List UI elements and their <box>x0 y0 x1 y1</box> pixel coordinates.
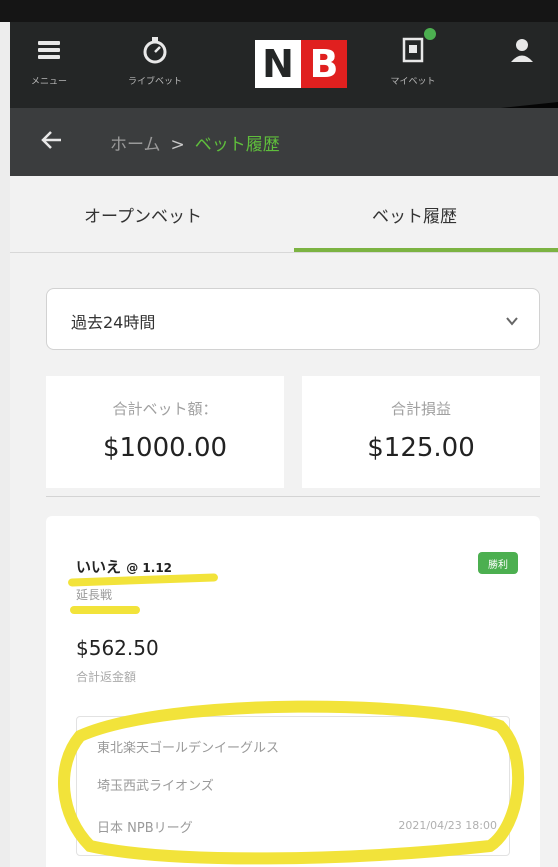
breadcrumb-home-link[interactable]: ホーム <box>110 135 161 155</box>
breadcrumb-bar: ホーム > ベット履歴 <box>10 108 558 176</box>
status-strip <box>0 0 558 22</box>
tabs-divider <box>10 252 558 253</box>
logo-letter-b: B <box>301 40 347 88</box>
bet-selection: いいえ @ 1.12 <box>76 556 172 577</box>
hamburger-icon <box>14 32 84 68</box>
live-bet-label: ライブベット <box>127 77 182 87</box>
breadcrumb-separator: > <box>170 135 185 155</box>
period-select[interactable]: 過去24時間 <box>46 288 540 350</box>
main-content: オープンベット ベット履歴 過去24時間 合計ベット額： $1000.00 合計… <box>10 176 558 867</box>
bet-count-badge <box>424 28 436 40</box>
bet-slip-icon <box>378 28 448 68</box>
total-profit-value: $125.00 <box>367 433 475 463</box>
user-icon <box>492 32 552 68</box>
breadcrumb-current: ベット履歴 <box>194 135 280 155</box>
bet-amount-label: 合計返金額 <box>76 670 137 684</box>
bet-market: 延長戦 <box>76 588 113 602</box>
stopwatch-icon <box>120 32 190 68</box>
section-divider <box>46 496 540 497</box>
period-select-value: 過去24時間 <box>71 313 156 332</box>
tab-open-bets[interactable]: オープンベット <box>84 202 202 227</box>
total-stake-value: $1000.00 <box>102 433 228 463</box>
chevron-down-icon <box>505 313 519 327</box>
bet-odds: @ 1.12 <box>126 561 173 575</box>
tab-bet-history[interactable]: ベット履歴 <box>372 202 457 227</box>
total-stake-card: 合計ベット額： $1000.00 <box>46 376 284 488</box>
bet-tabs: オープンベット ベット履歴 <box>10 176 558 254</box>
back-arrow-icon[interactable] <box>40 128 64 152</box>
total-stake-label: 合計ベット額： <box>112 400 218 418</box>
status-badge: 勝利 <box>478 552 518 574</box>
bet-amount: $562.50 <box>76 636 159 660</box>
menu-button[interactable]: メニュー <box>14 32 84 87</box>
logo-letter-n: N <box>255 40 301 88</box>
highlight-circle <box>58 700 525 865</box>
nb-logo[interactable]: N B <box>255 40 347 88</box>
total-profit-label: 合計損益 <box>390 400 451 418</box>
total-profit-card: 合計損益 $125.00 <box>302 376 540 488</box>
top-navbar: メニュー ライブベット N B マイベット <box>10 22 558 125</box>
highlight-mark <box>70 606 140 614</box>
account-button[interactable] <box>492 32 552 68</box>
bet-selection-label: いいえ <box>76 558 122 576</box>
my-bet-button[interactable]: マイベット <box>378 28 448 87</box>
my-bet-label: マイベット <box>390 77 436 87</box>
breadcrumb: ホーム > ベット履歴 <box>110 130 280 155</box>
live-bet-button[interactable]: ライブベット <box>120 32 190 87</box>
menu-label: メニュー <box>30 77 67 87</box>
